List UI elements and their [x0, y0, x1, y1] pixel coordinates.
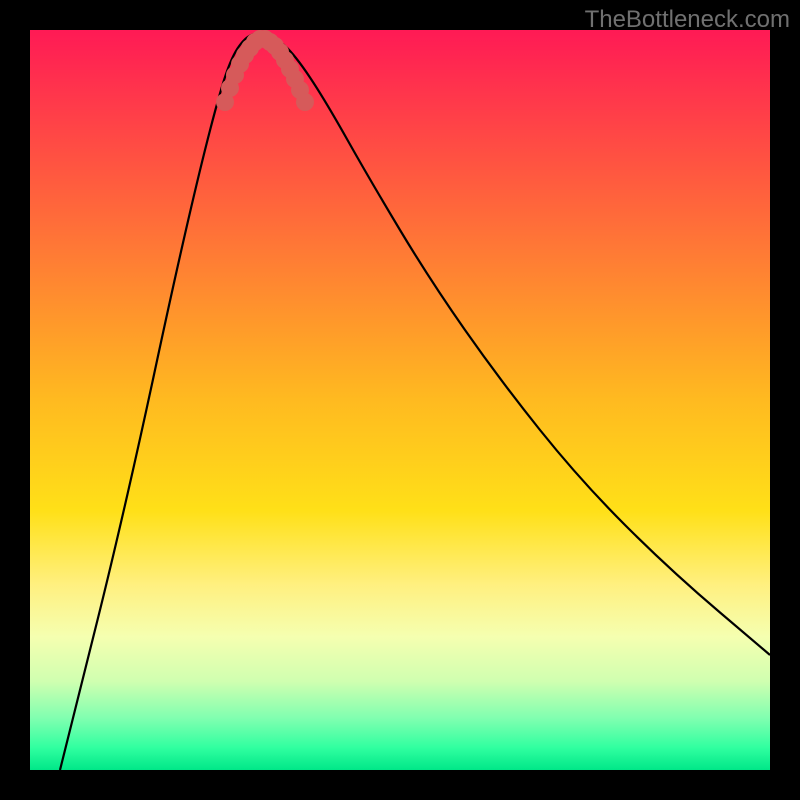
watermark-text: TheBottleneck.com: [585, 6, 790, 34]
marker-dots: [216, 30, 314, 111]
main-curve: [60, 33, 770, 770]
chart-plot-area: [30, 30, 770, 770]
chart-svg: [30, 30, 770, 770]
marker-dot: [296, 93, 314, 111]
